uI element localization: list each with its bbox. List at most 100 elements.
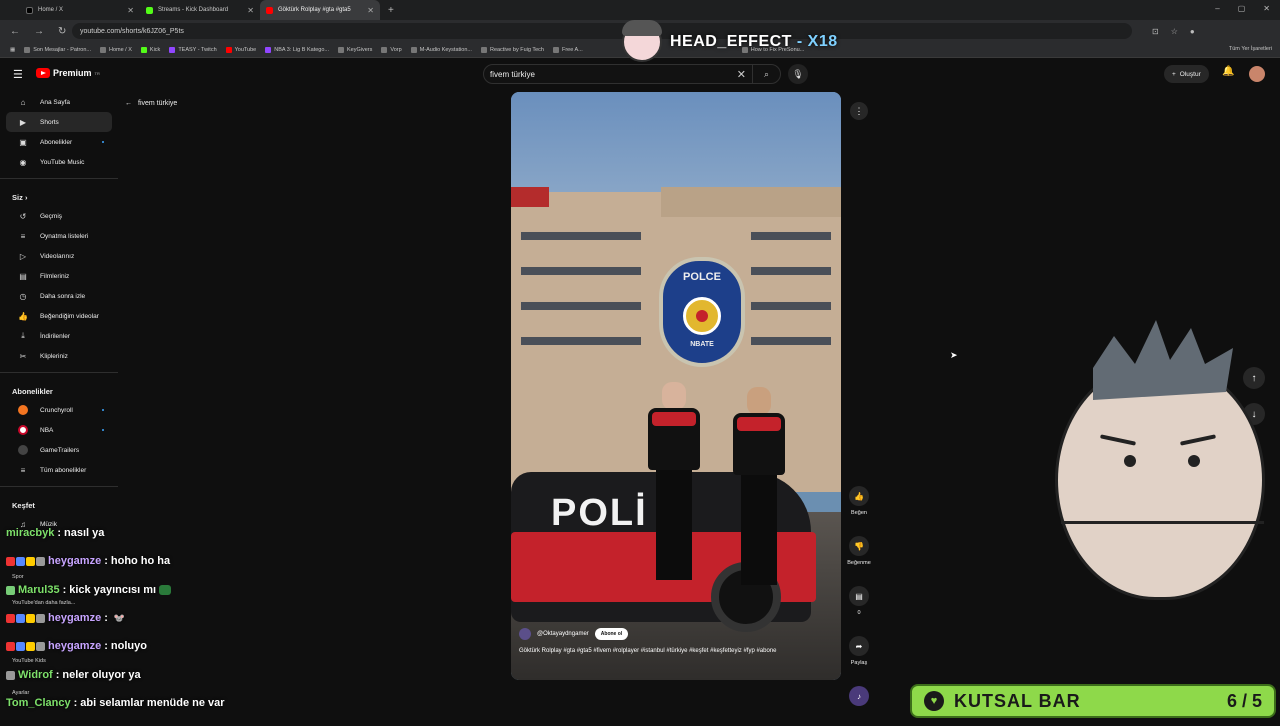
bookmark[interactable]: YouTube [225,46,256,53]
sidebar-item-all-subscriptions[interactable]: ≡ Tüm abonelikler [6,460,112,480]
sidebar-item-history[interactable]: ↺ Geçmiş [6,206,112,226]
sidebar-item-crunchyroll[interactable]: Crunchyroll [6,400,112,420]
short-description[interactable]: Göktürk Rolplay #gta #gta5 #fivem #rolpl… [519,646,829,656]
action-label: Paylaş [850,660,868,666]
new-tab-button[interactable]: + [388,5,394,16]
channel-avatar[interactable] [519,628,531,640]
sidebar-section-more[interactable]: YouTube'dan daha fazla... [12,600,75,606]
sidebar-item-gametrailers[interactable]: GameTrailers [6,440,112,460]
bookmark[interactable]: Free A... [552,46,583,53]
bookmark[interactable]: M-Audio Keystation... [410,46,472,53]
list-icon: ≡ [20,465,26,475]
sidebar-item-settings[interactable]: Ayarlar [12,690,29,696]
sidebar-item-sport[interactable]: Spor [12,574,24,580]
sidebar-item-watch-later[interactable]: ◷ Daha sonra izle [6,286,112,306]
more-options-icon[interactable]: ⋮ [850,102,868,120]
bookmark[interactable]: KeyGivers [337,46,372,53]
new-indicator [102,429,104,431]
sidebar-item-label: YouTube Music [40,158,85,166]
browser-tab[interactable]: Streams - Kick Dashboard ✕ [140,0,260,20]
shorts-icon: ▶ [19,117,27,127]
music-icon: ◉ [19,157,27,167]
menu-icon[interactable]: ☰ [13,68,23,81]
comments-button[interactable]: ▤ 0 [846,586,872,616]
chat-badges [6,556,45,566]
bookmark[interactable]: Reactive by Fuig Tech [480,46,544,53]
sidebar-item-movies[interactable]: ▤ Filmleriniz [6,266,112,286]
badge-text: NBATE [690,341,714,348]
chat-badges [6,585,15,595]
maximize-icon[interactable]: ▢ [1238,4,1246,13]
url-field[interactable]: youtube.com/shorts/k6JZ06_P5ts [72,23,1132,39]
bookmark-label: Son Mesajlar - Patron... [33,46,91,53]
reload-icon[interactable]: ↻ [58,26,66,37]
channel-name[interactable]: @Oktayaydngamer [537,631,589,637]
film-icon: ▤ [19,271,27,281]
short-video-player[interactable]: POLCE NBATE POLİ @Oktayaydngamer Abone o… [511,92,841,680]
sidebar-item-clips[interactable]: ✂ Klipleriniz [6,346,112,366]
browser-tab-active[interactable]: Göktürk Rolplay #gta #gta5 ✕ [260,0,380,20]
bookmark[interactable]: NBA 3: Lig B Katego... [265,46,329,53]
close-icon[interactable]: ✕ [367,6,374,15]
mascot-hair [1093,320,1233,400]
dislike-button[interactable]: 👎 Beğenme [846,536,872,566]
sidebar-item-shorts[interactable]: ▶ Shorts [6,112,112,132]
chat-message: heygamze: 🐭 [6,612,125,624]
share-icon: ➦ [849,636,869,656]
forward-arrow-icon[interactable]: → [34,26,44,37]
sidebar-item-kids[interactable]: YouTube Kids [12,658,46,664]
profile-icon[interactable]: ● [1190,27,1195,36]
search-icon[interactable]: ⌕ [752,65,780,83]
sidebar-section-subscriptions: Abonelikler [12,387,53,396]
install-icon[interactable]: ⊡ [1152,27,1159,36]
sidebar-item-label: Geçmiş [40,212,63,220]
share-button[interactable]: ➦ Paylaş [846,636,872,666]
video-icon: ▷ [19,251,27,261]
sidebar-item-home[interactable]: ⌂ Ana Sayfa [6,92,112,112]
browser-tab[interactable]: Home / X ✕ [20,0,140,20]
clock-icon: ◷ [19,291,27,301]
back-arrow-icon[interactable]: ← [10,26,20,37]
badge-text: POLCE [683,271,721,283]
avatar[interactable] [1249,66,1265,82]
sidebar-item-your-videos[interactable]: ▷ Videolarınız [6,246,112,266]
sidebar-item-playlists[interactable]: ≡ Oynatma listeleri [6,226,112,246]
mic-icon[interactable]: 🎙 [788,64,808,84]
tab-label: Göktürk Rolplay #gta #gta5 [278,7,351,13]
star-icon[interactable]: ☆ [1171,27,1178,36]
sidebar-item-downloads[interactable]: ⤓ İndirilenler [6,326,112,346]
search-box[interactable]: fivem türkiye ✕ ⌕ [483,64,781,84]
sidebar-item-nba[interactable]: NBA [6,420,112,440]
bell-icon[interactable]: 🔔 [1222,66,1234,77]
minimize-icon[interactable]: – [1215,4,1219,13]
sidebar-item-music[interactable]: ◉ YouTube Music [6,152,112,172]
youtube-logo[interactable]: Premium TR [36,68,100,78]
clear-icon[interactable]: ✕ [737,68,746,81]
like-button[interactable]: 👍 Beğen [846,486,872,516]
bookmark[interactable]: Vorp [381,46,402,53]
officer-stripe [737,417,781,431]
bookmark[interactable]: Son Mesajlar - Patron... [24,46,91,53]
sidebar-item-subscriptions[interactable]: ▣ Abonelikler [6,132,112,152]
back-to-search[interactable]: ← fivem türkiye [125,100,177,107]
search-input[interactable]: fivem türkiye [490,70,535,79]
sidebar-section-you[interactable]: Siz › [0,185,118,206]
apps-icon[interactable]: ▦ [10,47,15,53]
mascot-eye [1188,455,1200,467]
bookmark-label: Vorp [390,46,402,53]
bookmark[interactable]: TEASY - Twitch [169,46,217,53]
sidebar-item-liked[interactable]: 👍 Beğendiğim videolar [6,306,112,326]
create-button[interactable]: + Oluştur [1164,65,1209,83]
bookmark[interactable]: Home / X [99,46,132,53]
all-bookmarks[interactable]: Tüm Yer İşaretleri [1229,46,1272,52]
subscribe-button[interactable]: Abone ol [594,628,629,640]
close-window-icon[interactable]: ✕ [1263,4,1270,13]
sound-button[interactable]: ♪ [846,686,872,706]
close-icon[interactable]: ✕ [127,6,134,15]
bookmark[interactable]: Kick [140,46,160,53]
sidebar-item-label: Tüm abonelikler [40,466,87,474]
badge-core [683,297,721,335]
window-row [751,232,831,240]
close-icon[interactable]: ✕ [247,6,254,15]
window-row [521,302,641,310]
